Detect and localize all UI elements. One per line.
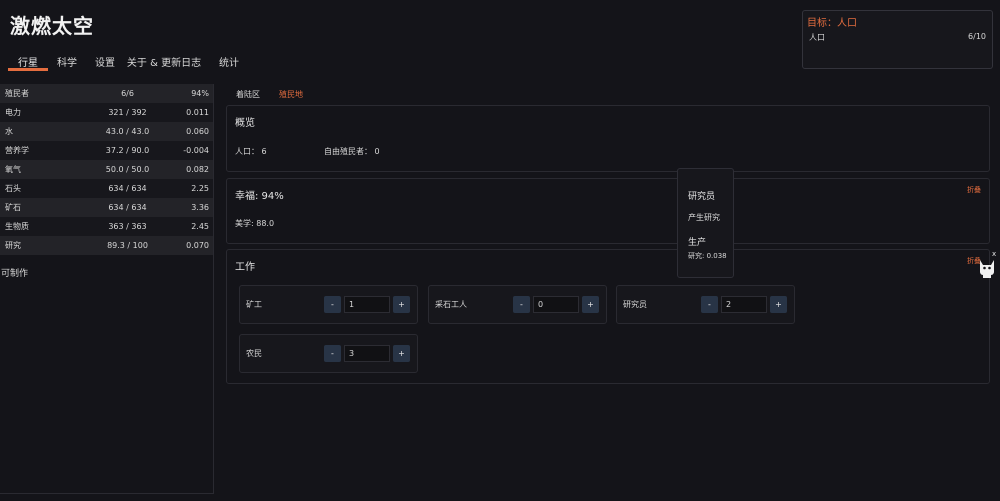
free-colonists-value: 0 xyxy=(374,147,380,156)
job-increment-button[interactable]: + xyxy=(393,296,410,313)
job-card-quarry-worker: 采石工人 - 0 + xyxy=(428,285,607,324)
population-label: 人口： xyxy=(235,147,259,156)
job-card-miner: 矿工 - 1 + xyxy=(239,285,418,324)
resource-row-power: 电力 321 / 392 0.011 xyxy=(0,103,213,122)
resource-amount: 6/6 xyxy=(121,89,134,98)
tab-stats[interactable]: 统计 xyxy=(204,52,254,71)
job-count-input[interactable]: 1 xyxy=(344,296,390,313)
job-count-input[interactable]: 3 xyxy=(344,345,390,362)
subtab-colony[interactable]: 殖民地 xyxy=(279,89,303,100)
population-stat: 人口： 6 xyxy=(235,146,267,157)
main-tabs: 行星 科学 设置 关于 & 更新日志 统计 xyxy=(8,52,254,71)
free-colonists-stat: 自由殖民者： 0 xyxy=(324,146,380,157)
cat-icon[interactable] xyxy=(978,256,996,278)
free-colonists-label: 自由殖民者： xyxy=(324,147,372,156)
resource-amount: 43.0 / 43.0 xyxy=(105,127,150,136)
job-name: 矿工 xyxy=(246,300,262,309)
resource-rate: 2.25 xyxy=(191,184,209,193)
tab-about-changelog[interactable]: 关于 & 更新日志 xyxy=(124,52,204,71)
tab-planet[interactable]: 行星 xyxy=(8,52,48,71)
planet-subtabs: 着陆区 殖民地 xyxy=(236,89,322,100)
jobs-title: 工作 xyxy=(235,262,255,273)
resource-list: 殖民者 6/6 94% 电力 321 / 392 0.011 水 43.0 / … xyxy=(0,84,213,255)
tab-settings[interactable]: 设置 xyxy=(86,52,124,71)
resource-rate: 3.36 xyxy=(191,203,209,212)
job-card-farmer: 农民 - 3 + xyxy=(239,334,418,373)
app-title: 激燃太空 xyxy=(10,14,94,38)
job-count-input[interactable]: 0 xyxy=(533,296,579,313)
job-name: 研究员 xyxy=(623,300,647,309)
job-card-researcher: 研究员 - 2 + xyxy=(616,285,795,324)
job-decrement-button[interactable]: - xyxy=(324,296,341,313)
cat-icon-svg xyxy=(980,260,994,278)
job-decrement-button[interactable]: - xyxy=(324,345,341,362)
tooltip-section-title: 生产 xyxy=(688,238,707,248)
job-decrement-button[interactable]: - xyxy=(701,296,718,313)
resource-row-nutrition: 营养学 37.2 / 90.0 -0.004 xyxy=(0,141,213,160)
resource-sidebar: 殖民者 6/6 94% 电力 321 / 392 0.011 水 43.0 / … xyxy=(0,84,214,494)
resource-rate: 0.011 xyxy=(186,108,209,117)
job-increment-button[interactable]: + xyxy=(582,296,599,313)
resource-row-biomass: 生物质 363 / 363 2.45 xyxy=(0,217,213,236)
resource-name: 殖民者 xyxy=(5,89,29,98)
happiness-collapse-button[interactable]: 折叠 xyxy=(967,185,981,195)
tooltip-title: 研究员 xyxy=(688,192,716,202)
job-increment-button[interactable]: + xyxy=(393,345,410,362)
population-value: 6 xyxy=(261,147,267,156)
resource-rate: -0.004 xyxy=(183,146,209,155)
job-name: 农民 xyxy=(246,349,262,358)
resource-amount: 37.2 / 90.0 xyxy=(105,146,150,155)
resource-name: 矿石 xyxy=(5,203,21,212)
resource-row-water: 水 43.0 / 43.0 0.060 xyxy=(0,122,213,141)
resource-rate: 94% xyxy=(191,89,209,98)
overview-title: 概览 xyxy=(235,118,255,129)
resource-row-colonists: 殖民者 6/6 94% xyxy=(0,84,213,103)
happiness-panel: 幸福: 94% 折叠 美学: 88.0 xyxy=(226,178,990,244)
resource-name: 水 xyxy=(5,127,13,136)
resource-name: 生物质 xyxy=(5,222,29,231)
job-count-input[interactable]: 2 xyxy=(721,296,767,313)
overview-panel: 概览 人口： 6 自由殖民者： 0 xyxy=(226,105,990,172)
resource-rate: 0.060 xyxy=(186,127,209,136)
resource-rate: 0.070 xyxy=(186,241,209,250)
resource-name: 营养学 xyxy=(5,146,29,155)
job-increment-button[interactable]: + xyxy=(770,296,787,313)
job-tooltip: 研究员 产生研究 生产 研究: 0.038 xyxy=(677,168,734,278)
goal-panel: 目标：人口 人口 6/10 xyxy=(802,10,993,69)
resource-name: 电力 xyxy=(5,108,21,117)
resource-amount: 89.3 / 100 xyxy=(107,241,148,250)
resource-amount: 634 / 634 xyxy=(108,203,147,212)
craftable-label: 可制作 xyxy=(1,269,29,279)
resource-rate: 0.082 xyxy=(186,165,209,174)
subtab-landing-zone[interactable]: 着陆区 xyxy=(236,89,260,100)
tooltip-production-value: 研究: 0.038 xyxy=(688,252,727,260)
resource-name: 氧气 xyxy=(5,165,21,174)
aesthetic-stat: 美学: 88.0 xyxy=(235,219,275,228)
resource-row-stone: 石头 634 / 634 2.25 xyxy=(0,179,213,198)
resource-amount: 634 / 634 xyxy=(108,184,147,193)
resource-row-research: 研究 89.3 / 100 0.070 xyxy=(0,236,213,255)
resource-row-ore: 矿石 634 / 634 3.36 xyxy=(0,198,213,217)
job-decrement-button[interactable]: - xyxy=(513,296,530,313)
resource-row-oxygen: 氧气 50.0 / 50.0 0.082 xyxy=(0,160,213,179)
goal-value: 6/10 xyxy=(968,32,986,41)
resource-rate: 2.45 xyxy=(191,222,209,231)
resource-name: 研究 xyxy=(5,241,21,250)
resource-amount: 363 / 363 xyxy=(108,222,147,231)
goal-label: 人口 xyxy=(809,33,825,42)
tab-science[interactable]: 科学 xyxy=(48,52,86,71)
jobs-panel: 工作 折叠 矿工 - 1 + 采石工人 - 0 + 研究员 - 2 + 农民 -… xyxy=(226,249,990,384)
happiness-title: 幸福: 94% xyxy=(235,191,284,202)
goal-title: 目标：人口 xyxy=(807,18,857,29)
resource-amount: 321 / 392 xyxy=(108,108,147,117)
tooltip-description: 产生研究 xyxy=(688,213,720,222)
job-name: 采石工人 xyxy=(435,300,467,309)
resource-name: 石头 xyxy=(5,184,21,193)
resource-amount: 50.0 / 50.0 xyxy=(105,165,150,174)
